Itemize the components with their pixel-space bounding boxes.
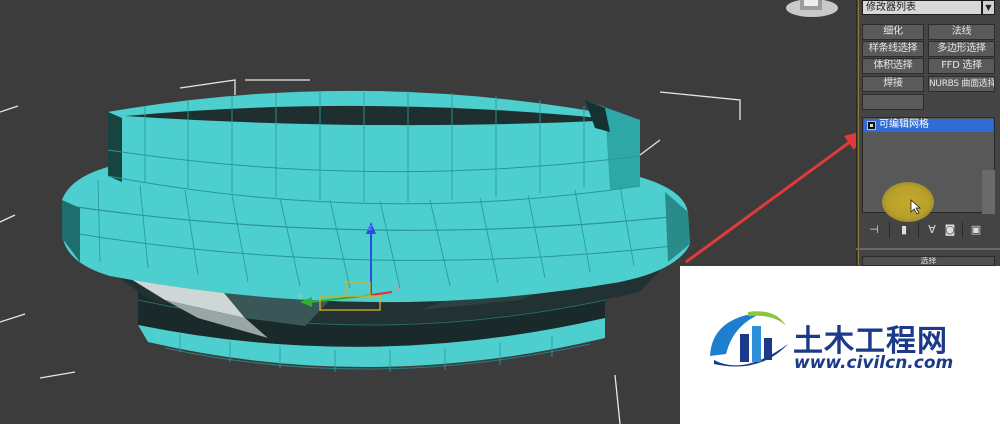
cursor-highlight (882, 182, 934, 222)
viewcube[interactable] (786, 0, 838, 17)
gizmo-z-label: z (368, 223, 372, 232)
modifier-button-tessellate[interactable]: 细化 (862, 24, 924, 40)
mouse-cursor-icon (910, 199, 922, 215)
modifier-button-poly-select[interactable]: 多边形选择 (928, 41, 995, 57)
pin-stack-icon[interactable]: ⊣ (866, 222, 882, 238)
panel-divider (858, 0, 859, 265)
modifier-button-empty[interactable] (862, 94, 924, 110)
expand-icon[interactable] (867, 121, 876, 130)
modifier-button-volume-select[interactable]: 体积选择 (862, 58, 924, 74)
modifier-button-normal[interactable]: 法线 (928, 24, 995, 40)
configure-modifier-sets-icon[interactable]: ▣ (968, 222, 984, 238)
civilcn-logo (710, 311, 788, 367)
modifier-button-spline-select[interactable]: 样条线选择 (862, 41, 924, 57)
gizmo-y-label: y (298, 291, 303, 300)
annotation-arrow (685, 132, 856, 264)
toolbar-separator (918, 222, 919, 238)
modifier-button-ffd-select[interactable]: FFD 选择 (928, 58, 995, 74)
stack-item-label: 可编辑网格 (879, 119, 929, 130)
remove-modifier-icon[interactable]: ◙ (942, 222, 958, 238)
toolbar-separator (962, 222, 963, 238)
watermark-panel: 土木工程网 www.civilcn.com (680, 266, 1000, 424)
modifier-button-weld[interactable]: 焊接 (862, 76, 924, 92)
show-end-result-icon[interactable]: ▮ (896, 222, 912, 238)
gizmo-x-label: x (395, 284, 400, 293)
watermark-site-url: www.civilcn.com (794, 353, 954, 373)
rollout-divider (856, 248, 1000, 250)
chevron-down-icon[interactable]: ▼ (982, 0, 995, 15)
modifier-list-dropdown[interactable]: 修改器列表 (862, 0, 982, 15)
modifier-button-nurbs-surface-select[interactable]: NURBS 曲面选择 (928, 76, 995, 92)
selection-rollout-button[interactable]: 选择 (862, 256, 995, 266)
stack-item-editable-mesh[interactable]: 可编辑网格 (864, 119, 993, 132)
toolbar-separator (889, 222, 890, 238)
stack-scrollbar[interactable] (982, 170, 995, 214)
make-unique-icon[interactable]: ∀ (924, 222, 940, 238)
